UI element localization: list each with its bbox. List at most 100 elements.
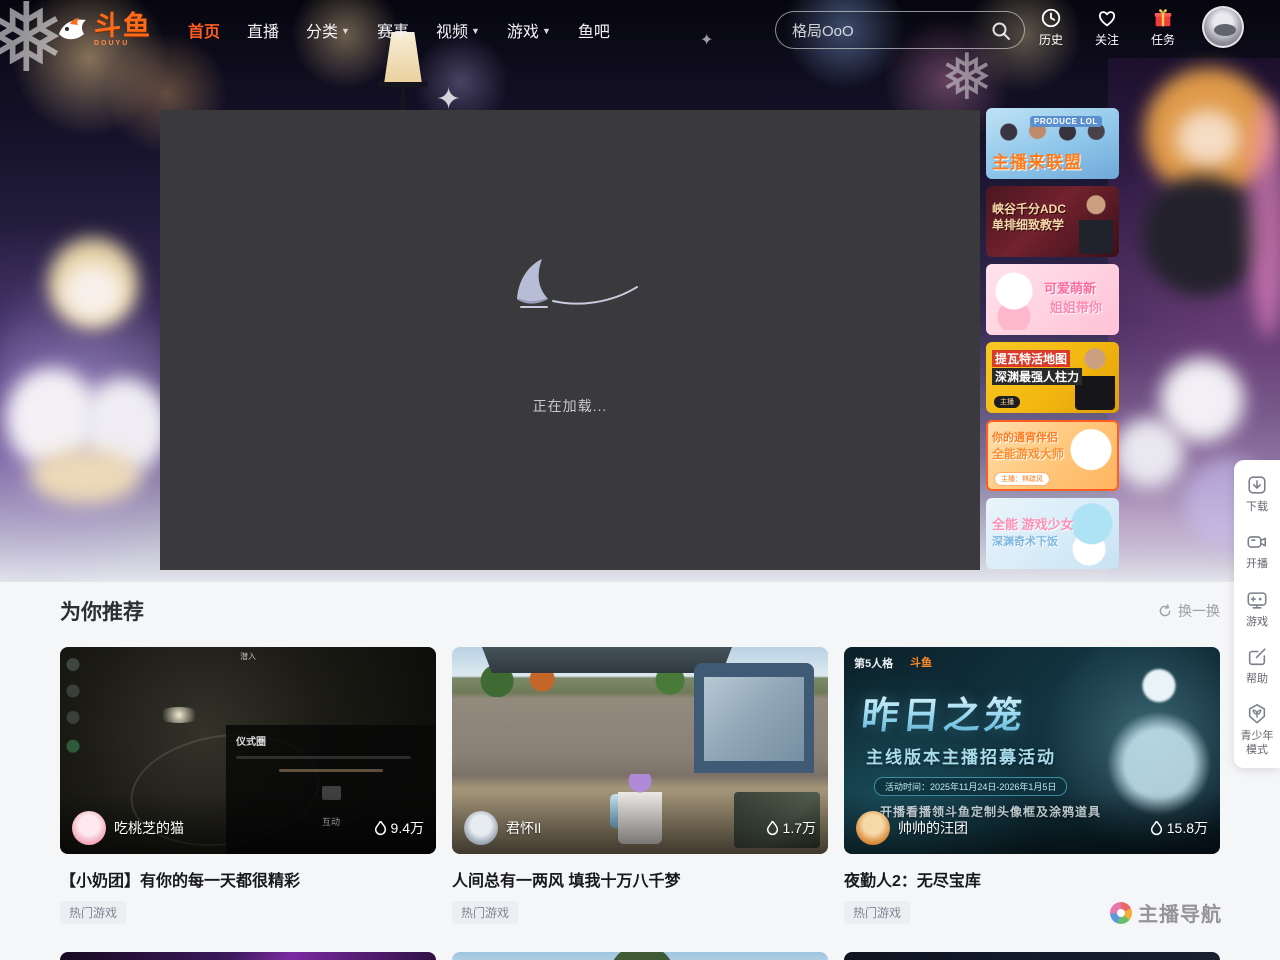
banner-title: 可爱萌新 (1044, 278, 1096, 297)
nav-item-yuba[interactable]: 鱼吧 (578, 18, 610, 42)
category-tag[interactable]: 热门游戏 (60, 901, 126, 924)
help-feedback-button[interactable]: 帮助 (1240, 646, 1274, 686)
user-avatar[interactable] (1202, 6, 1244, 48)
stream-title[interactable]: 【小奶团】有你的每一天都很精彩 (60, 867, 436, 891)
stream-title[interactable]: 夜勤人2：无尽宝库 (844, 867, 1220, 891)
shark-logo-icon (56, 15, 90, 45)
thumbnail-overlay-text: 探索 任务 活动 美品 材料 昆蝴 (854, 955, 1209, 960)
recommend-section: 为你推荐 换一换 潜入 仪式圈 (0, 582, 1280, 960)
chevron-down-icon: ▼ (542, 26, 551, 36)
banner-title: 峡谷千分ADC (992, 200, 1066, 217)
streamer-name[interactable]: 帅帅的汪团 (898, 818, 968, 838)
stream-thumbnail[interactable]: 潜入 仪式圈 互动 吃桃芝的猫 (60, 647, 436, 854)
banner-anchor-league[interactable]: PRODUCE LOL 主播来联盟 (986, 108, 1119, 179)
banner-title: 你的通宵伴侣 (992, 429, 1058, 445)
douyu-logo[interactable]: 斗鱼 DOUYU (56, 13, 152, 47)
hero-background-skin: ❅ ❅ ✦ ✦ ✦ (0, 0, 1280, 582)
partial-thumbnail[interactable] (452, 952, 828, 960)
nav-item-esports[interactable]: 赛事 (377, 18, 409, 42)
streamer-name[interactable]: 君怀Il (506, 818, 541, 838)
camera-icon (1246, 531, 1268, 553)
nav-item-live[interactable]: 直播 (247, 18, 279, 42)
search-icon[interactable] (990, 20, 1012, 42)
start-broadcast-button[interactable]: 开播 (1240, 531, 1274, 571)
category-tag[interactable]: 热门游戏 (844, 901, 910, 924)
heat-flame-icon (1150, 821, 1163, 836)
main-nav: 首页 直播 分类▼ 赛事 视频▼ 游戏▼ 鱼吧 (188, 18, 610, 42)
logo-text: 斗鱼 (94, 11, 152, 41)
refresh-button[interactable]: 换一换 (1157, 601, 1220, 621)
refresh-icon (1157, 603, 1173, 619)
flashlight-glow (156, 707, 202, 723)
thumbnail-info-bar: 吃桃芝的猫 9.4万 (60, 802, 436, 854)
download-button[interactable]: 下载 (1240, 474, 1274, 514)
banner-night-companion-active[interactable]: 你的通宵伴侣 全能游戏大师 主播：林疏风 (986, 420, 1119, 491)
stream-card-3[interactable]: 第5人格 斗鱼 昨日之笼 主线版本主播招募活动 活动时间：2025年11月24日… (844, 647, 1220, 924)
banner-cute-newbie[interactable]: 可爱萌新 姐姐带你 (986, 264, 1119, 335)
player-loading-state: 正在加载... (160, 255, 980, 416)
watermark-text: 主播导航 (1138, 898, 1222, 927)
search-box[interactable]: 格局OoO (775, 11, 1025, 49)
banner-subtitle: 单排细致教学 (992, 216, 1064, 233)
streamer-name[interactable]: 吃桃芝的猫 (114, 818, 184, 838)
partial-thumbnail[interactable] (60, 952, 436, 960)
plush-doll-artwork (0, 228, 165, 580)
teen-mode-button[interactable]: 青少年模式 (1240, 703, 1274, 758)
video-player[interactable]: 正在加载... (160, 110, 980, 570)
heat-flame-icon (374, 821, 387, 836)
history-button[interactable]: 历史 (1034, 7, 1068, 48)
edit-pencil-icon (1246, 646, 1268, 668)
heart-icon (1096, 7, 1118, 29)
banner-game-girl[interactable]: 全能 游戏少女 深渊奇术下饭 (986, 498, 1119, 569)
banner-streamer-pill: 主播：林疏风 (994, 472, 1050, 486)
banner-teyvat-map[interactable]: 提瓦特活地图 深渊最强人柱力 主播 (986, 342, 1119, 413)
loading-text: 正在加载... (160, 396, 980, 416)
pinwheel-icon (1110, 902, 1132, 924)
game-center-button[interactable]: 游戏 (1240, 589, 1274, 629)
follow-button[interactable]: 关注 (1090, 7, 1124, 48)
streamer-avatar[interactable] (464, 811, 498, 845)
banner-subtitle: 全能游戏大师 (992, 445, 1064, 462)
nav-item-categories[interactable]: 分类▼ (306, 18, 350, 42)
partial-thumbnail[interactable]: 探索 任务 活动 美品 材料 昆蝴 (844, 952, 1220, 960)
nav-item-video[interactable]: 视频▼ (436, 18, 480, 42)
banner-title: 主播来联盟 (992, 148, 1082, 173)
thumbnail-info-bar: 君怀Il 1.7万 (452, 802, 828, 854)
banner-adc-teaching[interactable]: 峡谷千分ADC 单排细致教学 (986, 186, 1119, 257)
banner-anime-art (988, 270, 1040, 330)
viewer-count: 15.8万 (1150, 818, 1208, 838)
category-tag[interactable]: 热门游戏 (452, 901, 518, 924)
stream-card-row: 潜入 仪式圈 互动 吃桃芝的猫 (60, 647, 1220, 924)
streamer-avatar[interactable] (72, 811, 106, 845)
stream-thumbnail[interactable]: 君怀Il 1.7万 (452, 647, 828, 854)
floating-toolbar: 下载 开播 游戏 帮助 (1234, 460, 1280, 768)
nav-item-games[interactable]: 游戏▼ (507, 18, 551, 42)
banner-subtitle: 深渊奇术下饭 (992, 533, 1058, 549)
douyu-brand-text: 斗鱼 (910, 654, 932, 670)
banner-anime-art (1065, 424, 1117, 488)
game-logo-text: 第5人格 (854, 655, 893, 671)
stream-title[interactable]: 人间总有一两风 填我十万八千梦 (452, 867, 828, 891)
game-hud-label: 潜入 (240, 651, 256, 662)
logo-subtext: DOUYU (94, 40, 152, 47)
douyu-homepage: ❅ ❅ ✦ ✦ ✦ (0, 0, 1280, 960)
stream-card-1[interactable]: 潜入 仪式圈 互动 吃桃芝的猫 (60, 647, 436, 924)
game-monitor-icon (1246, 589, 1268, 611)
shark-fin-loading-icon (495, 255, 645, 313)
heat-flame-icon (766, 821, 779, 836)
streamer-avatar[interactable] (856, 811, 890, 845)
teen-mode-sprout-icon (1246, 703, 1268, 725)
lamp-pole-decoration (401, 87, 405, 111)
task-button[interactable]: 任务 (1146, 7, 1180, 48)
nav-item-home[interactable]: 首页 (188, 18, 220, 42)
stream-thumbnail[interactable]: 第5人格 斗鱼 昨日之笼 主线版本主播招募活动 活动时间：2025年11月24日… (844, 647, 1220, 854)
event-subtitle: 主线版本主播招募活动 (866, 743, 1056, 768)
stream-card-2[interactable]: 君怀Il 1.7万 人间总有一两风 填我十万八千梦 热门游戏 (452, 647, 828, 924)
search-input[interactable]: 格局OoO (792, 20, 854, 41)
banner-anime-art (1061, 500, 1117, 568)
chevron-down-icon: ▼ (471, 26, 480, 36)
chevron-down-icon: ▼ (341, 26, 350, 36)
thumbnail-info-bar: 帅帅的汪团 15.8万 (844, 802, 1220, 854)
next-card-row-partial: 探索 任务 活动 美品 材料 昆蝴 (60, 952, 1220, 960)
section-title: 为你推荐 (60, 596, 144, 626)
